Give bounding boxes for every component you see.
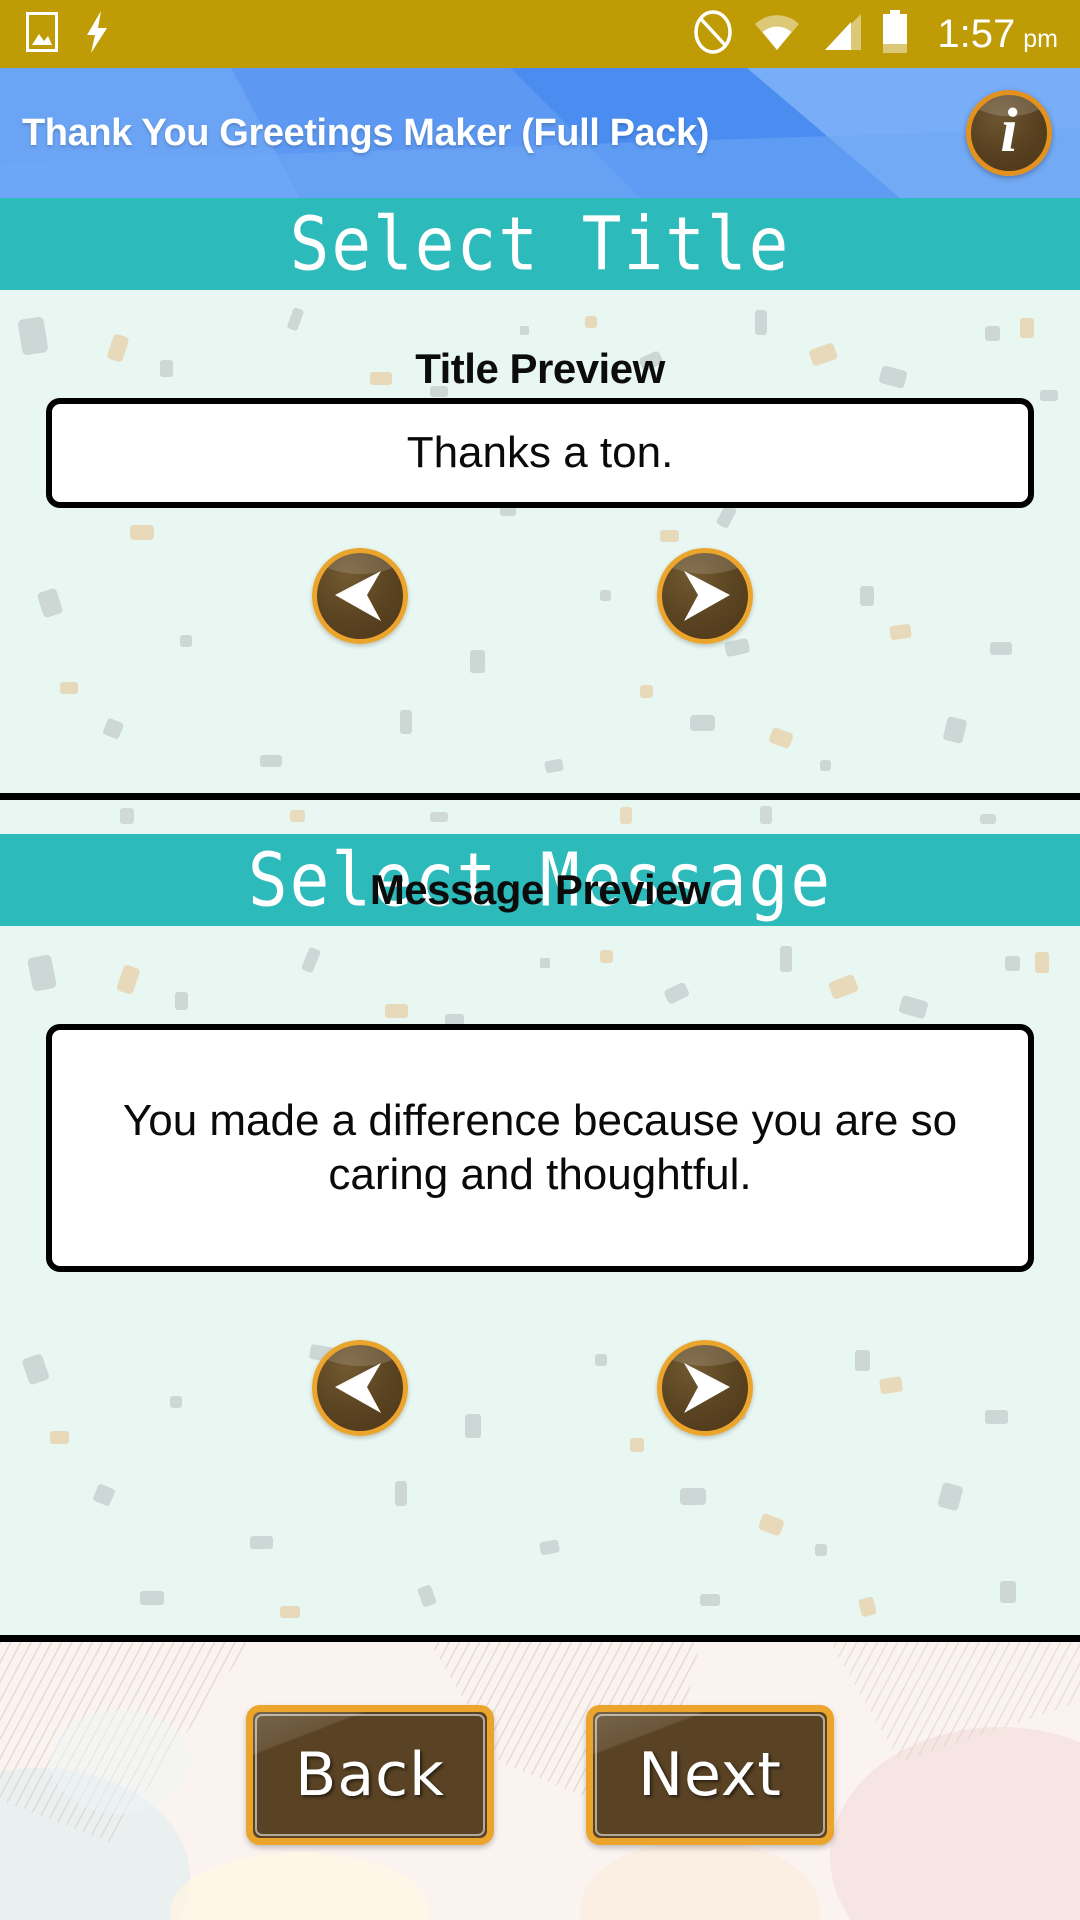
message-section-gap: [0, 800, 1080, 834]
title-preview-box[interactable]: Thanks a ton.: [46, 398, 1034, 508]
nav-button-row: Back Next: [0, 1705, 1080, 1845]
title-preview-label: Title Preview: [415, 345, 665, 392]
app-header: Thank You Greetings Maker (Full Pack) i: [0, 68, 1080, 198]
page-title: Thank You Greetings Maker (Full Pack): [22, 111, 709, 154]
message-preview-text: You made a difference because you are so…: [122, 1096, 958, 1199]
clock-time: 1:57: [937, 11, 1016, 56]
do-not-disturb-icon: [691, 9, 735, 59]
message-preview-label: Message Preview: [369, 866, 711, 913]
speckle-texture: [0, 800, 1080, 834]
prev-arrow-icon: [335, 571, 381, 621]
status-bar-left-icons: [26, 10, 110, 58]
message-next-arrow-button[interactable]: [657, 1340, 753, 1436]
clock-ampm: pm: [1023, 24, 1058, 53]
next-arrow-icon: [684, 1363, 730, 1413]
message-preview-box[interactable]: You made a difference because you are so…: [46, 1024, 1034, 1272]
app-screen: 1:57 pm Thank You Greetings Maker (Full …: [0, 0, 1080, 1920]
image-icon: [26, 11, 58, 57]
title-preview-text: Thanks a ton.: [406, 428, 674, 478]
title-next-arrow-button[interactable]: [657, 548, 753, 644]
wifi-icon: [753, 12, 801, 57]
back-button-label: Back: [295, 1740, 445, 1810]
section-divider-top: [0, 793, 1080, 800]
select-title-banner-label: Select Title: [289, 200, 791, 288]
status-bar-right-icons: 1:57 pm: [691, 9, 1058, 59]
prev-arrow-icon: [335, 1363, 381, 1413]
bottom-action-bar: Back Next: [0, 1642, 1080, 1920]
message-prev-arrow-button[interactable]: [312, 1340, 408, 1436]
title-prev-arrow-button[interactable]: [312, 548, 408, 644]
next-arrow-icon: [684, 571, 730, 621]
section-divider-bottom: [0, 1635, 1080, 1642]
info-icon[interactable]: i: [966, 90, 1052, 176]
info-glyph: i: [1000, 97, 1018, 165]
select-title-banner: Select Title: [0, 198, 1080, 290]
next-button[interactable]: Next: [586, 1705, 834, 1845]
signal-icon: [819, 12, 863, 57]
flash-icon: [84, 10, 110, 58]
next-button-label: Next: [638, 1740, 782, 1810]
status-bar: 1:57 pm: [0, 0, 1080, 68]
back-button[interactable]: Back: [246, 1705, 494, 1845]
status-bar-clock: 1:57 pm: [937, 12, 1058, 57]
battery-icon: [881, 9, 909, 59]
